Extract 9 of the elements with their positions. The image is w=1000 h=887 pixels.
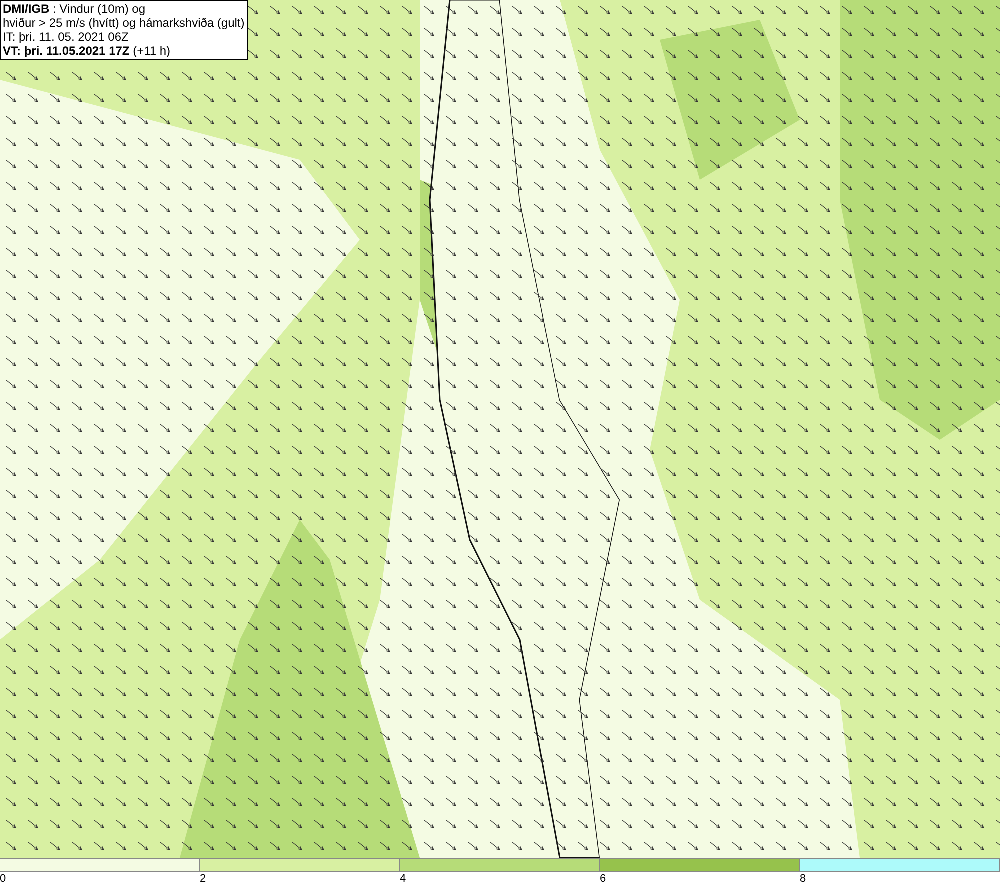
scale-tick-label: 2 xyxy=(200,872,206,886)
title-line: hviður > 25 m/s (hvítt) og hámarkshviða (gult) xyxy=(3,16,245,30)
scale-tick-label: 0 xyxy=(0,872,6,886)
title-line: DMI/IGB : Vindur (10m) og xyxy=(3,2,146,16)
title-line: IT: þri. 11. 05. 2021 06Z xyxy=(3,30,130,44)
scale-tick-label: 8 xyxy=(800,872,806,886)
scale-tick-label: 4 xyxy=(400,872,406,886)
title-line: VT: þri. 11.05.2021 17Z (+11 h) xyxy=(3,44,172,58)
scale-tick-label: 6 xyxy=(600,872,606,886)
